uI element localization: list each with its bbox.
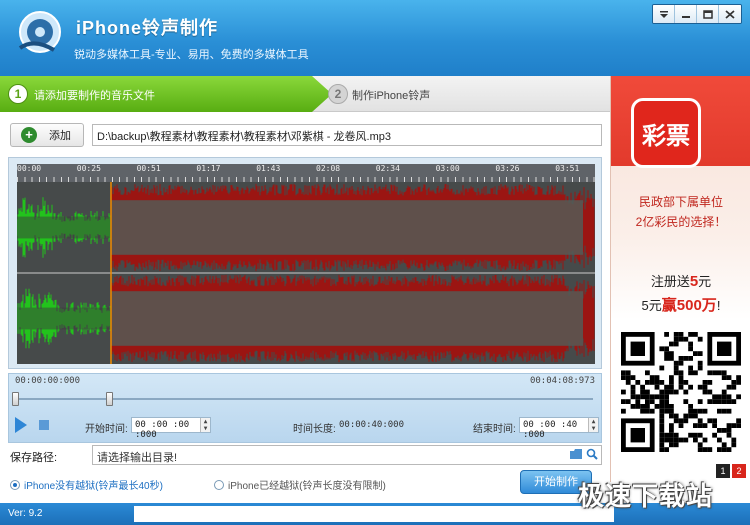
lottery-logo: 彩票 bbox=[631, 98, 701, 168]
add-file-label: 添加 bbox=[49, 130, 71, 142]
ruler-tick-label: 03:00 bbox=[435, 164, 460, 173]
play-icon[interactable] bbox=[15, 417, 27, 433]
timeline-track[interactable] bbox=[15, 398, 593, 400]
radio-selected-icon bbox=[10, 479, 20, 490]
timeline-start: 00:00:00:000 bbox=[15, 376, 81, 386]
ruler-tick-label: 02:34 bbox=[375, 164, 400, 173]
ruler-tick-label: 01:17 bbox=[196, 164, 221, 173]
minimize-icon bbox=[681, 15, 690, 18]
ad-pager: 1 2 bbox=[716, 464, 746, 478]
ad-line-2: 2亿彩民的选择！ bbox=[635, 215, 727, 229]
start-time-input[interactable]: 00 :00 :00 :000 ▲ ▼ bbox=[131, 417, 211, 440]
end-time-spin-icon[interactable]: ▲ ▼ bbox=[588, 418, 598, 432]
main-panel: + 添加 D:\backup\教程素材\教程素材\教程素材\邓紫棋 - 龙卷风.… bbox=[0, 113, 610, 503]
ad-offer: 注册送5元 5元赢500万! bbox=[611, 270, 750, 318]
ruler-tick-label: 03:26 bbox=[495, 164, 520, 173]
waveform-panel: 00:00 00:25 00:51 01:17 01:43 02:08 02:34 03:00… bbox=[8, 157, 602, 369]
maximize-icon bbox=[702, 9, 713, 19]
end-time-input[interactable]: 00 :00 :40 :000 ▲ ▼ bbox=[519, 417, 599, 440]
ruler-tick-label: 00:51 bbox=[136, 164, 161, 173]
close-button[interactable] bbox=[719, 5, 741, 23]
waveform-graph bbox=[17, 182, 595, 364]
ad-line-3: 注册送5元 bbox=[611, 270, 750, 294]
duration-label: 时间长度: bbox=[293, 424, 336, 435]
ad-page-1[interactable]: 1 bbox=[716, 464, 730, 478]
qr-code-icon bbox=[621, 332, 741, 452]
watermark: 极速下载站 bbox=[578, 481, 714, 511]
app-logo-icon bbox=[18, 11, 61, 53]
ad-line-3-post: 元 bbox=[698, 274, 712, 289]
option-jailbroken-label: iPhone已经越狱(铃声长度没有限制) bbox=[228, 481, 386, 492]
step-1-number: 1 bbox=[8, 84, 28, 104]
ad-headline: 民政部下属单位 2亿彩民的选择！ bbox=[611, 192, 750, 232]
end-time-label: 结束时间: bbox=[473, 424, 516, 435]
save-path-label: 保存路径: bbox=[10, 452, 58, 464]
maximize-button[interactable] bbox=[697, 5, 719, 23]
menu-dropdown-button[interactable] bbox=[653, 5, 675, 23]
time-ruler: 00:00 00:25 00:51 01:17 01:43 02:08 02:34 03:00… bbox=[17, 164, 595, 182]
title-bar: iPhone铃声制作 锐动多媒体工具-专业、易用、免费的多媒体工具 bbox=[0, 0, 750, 76]
option-not-jailbroken[interactable]: iPhone没有越狱(铃声最长40秒) bbox=[10, 477, 163, 492]
ad-panel[interactable]: 彩票 民政部下属单位 2亿彩民的选择！ 注册送5元 5元赢500万! 1 2 bbox=[610, 76, 750, 482]
ruler-tick-label: 00:25 bbox=[76, 164, 101, 173]
ad-line-1: 民政部下属单位 bbox=[638, 195, 723, 209]
app-subtitle: 锐动多媒体工具-专业、易用、免费的多媒体工具 bbox=[74, 49, 309, 61]
save-path-field[interactable]: 请选择输出目录! bbox=[92, 445, 602, 465]
app-title: iPhone铃声制作 bbox=[76, 18, 219, 38]
step-1[interactable]: 1 请添加要制作的音乐文件 bbox=[0, 76, 330, 112]
duration-value: 00:00:40:000 bbox=[339, 420, 405, 430]
ad-line-4-pre: 5元 bbox=[641, 298, 662, 313]
option-not-jailbroken-label: iPhone没有越狱(铃声最长40秒) bbox=[24, 481, 163, 492]
ad-line-4-post: ! bbox=[716, 298, 721, 313]
start-time-spin-icon[interactable]: ▲ ▼ bbox=[200, 418, 210, 432]
status-strip bbox=[134, 506, 614, 522]
range-end-handle[interactable] bbox=[106, 392, 113, 406]
end-time-value: 00 :00 :40 :000 bbox=[523, 420, 578, 440]
minimize-button[interactable] bbox=[675, 5, 697, 23]
window-controls bbox=[652, 4, 742, 24]
add-file-button[interactable]: + 添加 bbox=[10, 123, 84, 147]
ad-line-4: 5元赢500万! bbox=[611, 294, 750, 318]
close-icon bbox=[725, 9, 735, 19]
option-jailbroken[interactable]: iPhone已经越狱(铃声长度没有限制) bbox=[214, 477, 386, 492]
ad-line-3-pre: 注册送 bbox=[650, 274, 690, 289]
ruler-tick-label: 02:08 bbox=[316, 164, 341, 173]
range-start-handle[interactable] bbox=[12, 392, 19, 406]
timeline-end: 00:04:08:973 bbox=[529, 376, 595, 386]
step-1-label: 请添加要制作的音乐文件 bbox=[34, 90, 155, 102]
file-path-field[interactable]: D:\backup\教程素材\教程素材\教程素材\邓紫棋 - 龙卷风.mp3 bbox=[92, 124, 602, 146]
save-path-placeholder: 请选择输出目录! bbox=[97, 452, 178, 464]
ruler-tick-label: 03:51 bbox=[555, 164, 580, 173]
ruler-tick-label: 00:00 bbox=[17, 164, 42, 173]
radio-unselected-icon bbox=[214, 479, 224, 490]
step-2-label: 制作iPhone铃声 bbox=[352, 90, 431, 102]
step-bar: 1 请添加要制作的音乐文件 2 制作iPhone铃声 bbox=[0, 76, 610, 112]
version-label: Ver: 9.2 bbox=[8, 508, 43, 519]
start-time-value: 00 :00 :00 :000 bbox=[135, 420, 190, 440]
folder-icon[interactable] bbox=[569, 448, 583, 460]
step-2-number: 2 bbox=[328, 84, 348, 104]
stop-icon[interactable] bbox=[39, 420, 49, 430]
ad-line-4-em: 赢500万 bbox=[661, 297, 717, 314]
search-icon[interactable] bbox=[586, 448, 598, 460]
start-time-label: 开始时间: bbox=[85, 424, 128, 435]
waveform-view[interactable] bbox=[17, 182, 595, 364]
add-icon: + bbox=[21, 127, 37, 143]
menu-icon bbox=[659, 10, 668, 18]
ad-page-2[interactable]: 2 bbox=[732, 464, 746, 478]
ad-line-3-num: 5 bbox=[689, 273, 699, 290]
timeline-panel: 00:00:00:000 00:04:08:973 开始时间: 00 :00 :… bbox=[8, 373, 602, 443]
ruler-tick-label: 01:43 bbox=[256, 164, 281, 173]
